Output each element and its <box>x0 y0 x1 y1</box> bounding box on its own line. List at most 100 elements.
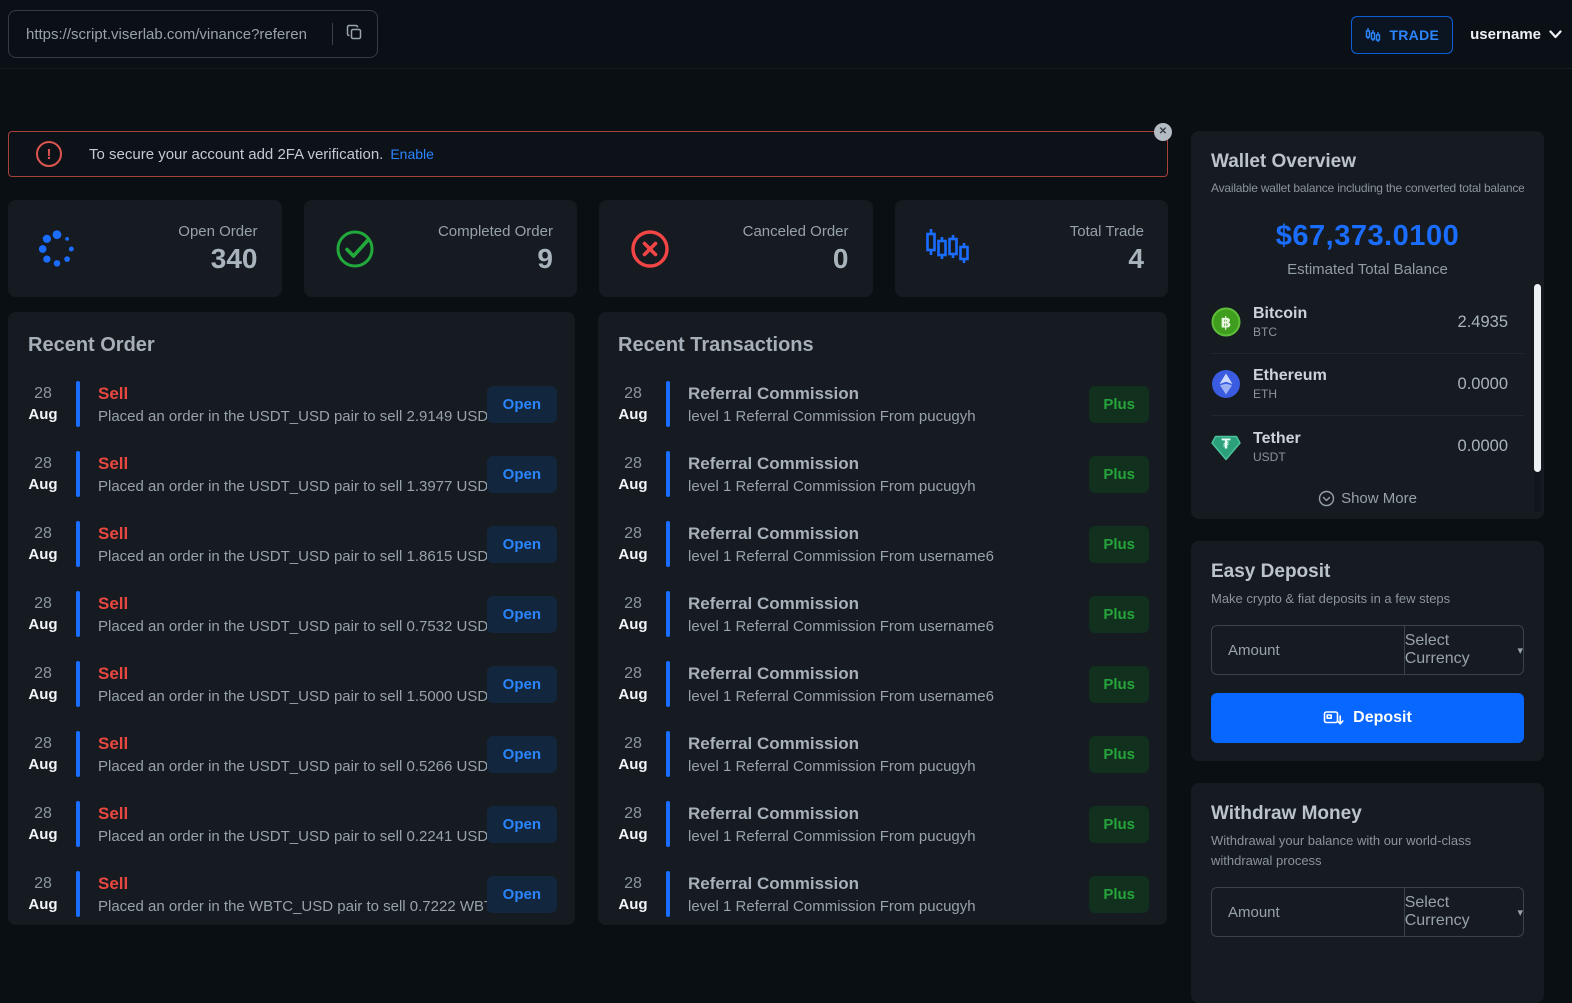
transaction-row: 28 Aug Referral Commission level 1 Refer… <box>616 867 1149 921</box>
accent-bar <box>76 661 80 707</box>
withdraw-subtitle: Withdrawal your balance with our world-c… <box>1211 831 1511 871</box>
transaction-month: Aug <box>616 546 650 563</box>
order-status-button[interactable]: Open <box>487 806 557 843</box>
enable-2fa-link[interactable]: Enable <box>390 146 434 162</box>
coin-row-ethereum[interactable]: Ethereum ETH 0.0000 <box>1211 354 1524 416</box>
coin-symbol: USDT <box>1253 450 1458 464</box>
recent-order-card: Recent Order 28 Aug Sell Placed an order… <box>8 312 575 925</box>
stat-label: Total Trade <box>1070 223 1144 240</box>
transaction-body: Referral Commission level 1 Referral Com… <box>688 594 1079 635</box>
withdraw-currency-dropdown[interactable]: Select Currency ▾ <box>1404 888 1523 936</box>
deposit-button[interactable]: Deposit <box>1211 693 1524 743</box>
coin-amount: 0.0000 <box>1458 375 1508 394</box>
wallet-scrollbar-thumb[interactable] <box>1534 284 1541 472</box>
user-menu[interactable]: username <box>1470 26 1562 43</box>
transaction-type: Referral Commission <box>688 874 1079 894</box>
transaction-description: level 1 Referral Commission From pucugyh <box>688 828 1079 845</box>
transaction-date: 28 Aug <box>616 385 650 423</box>
withdraw-title: Withdraw Money <box>1211 803 1524 825</box>
transaction-date: 28 Aug <box>616 875 650 913</box>
order-description: Placed an order in the USDT_USD pair to … <box>98 478 477 495</box>
order-day: 28 <box>26 735 60 753</box>
order-description: Placed an order in the USDT_USD pair to … <box>98 618 477 635</box>
recent-order-list: 28 Aug Sell Placed an order in the USDT_… <box>26 377 557 921</box>
stat-value: 340 <box>178 243 257 275</box>
copy-button[interactable] <box>344 22 365 46</box>
order-month: Aug <box>26 826 60 843</box>
stat-card-total-trade: Total Trade 4 <box>895 200 1169 297</box>
wallet-title: Wallet Overview <box>1211 151 1524 173</box>
show-more-button[interactable]: Show More <box>1211 490 1524 507</box>
2fa-alert-banner: ! To secure your account add 2FA verific… <box>8 131 1168 177</box>
stat-label: Canceled Order <box>743 223 849 240</box>
stat-card-canceled-order: Canceled Order 0 <box>599 200 873 297</box>
wallet-scrollbar[interactable] <box>1534 284 1541 512</box>
coin-row-tether[interactable]: ₮ Tether USDT 0.0000 <box>1211 416 1524 478</box>
accent-bar <box>666 731 670 777</box>
order-row: 28 Aug Sell Placed an order in the USDT_… <box>26 517 557 571</box>
order-type: Sell <box>98 804 477 824</box>
coin-amount: 2.4935 <box>1458 313 1508 332</box>
recent-transactions-list: 28 Aug Referral Commission level 1 Refer… <box>616 377 1149 921</box>
order-row: 28 Aug Sell Placed an order in the USDT_… <box>26 587 557 641</box>
transaction-type: Referral Commission <box>688 454 1079 474</box>
transaction-row: 28 Aug Referral Commission level 1 Refer… <box>616 587 1149 641</box>
transaction-day: 28 <box>616 665 650 683</box>
stat-value: 4 <box>1070 243 1144 275</box>
username-label: username <box>1470 26 1541 43</box>
order-month: Aug <box>26 896 60 913</box>
accent-bar <box>76 731 80 777</box>
transaction-row: 28 Aug Referral Commission level 1 Refer… <box>616 727 1149 781</box>
estimated-balance-caption: Estimated Total Balance <box>1211 261 1524 278</box>
accent-bar <box>666 521 670 567</box>
accent-bar <box>666 661 670 707</box>
order-status-button[interactable]: Open <box>487 876 557 913</box>
transaction-body: Referral Commission level 1 Referral Com… <box>688 874 1079 915</box>
estimated-balance-value: $67,373.0100 <box>1211 220 1524 253</box>
trade-button[interactable]: TRADE <box>1351 16 1453 54</box>
transaction-body: Referral Commission level 1 Referral Com… <box>688 454 1079 495</box>
order-type: Sell <box>98 384 477 404</box>
transaction-month: Aug <box>616 406 650 423</box>
close-icon[interactable]: ✕ <box>1154 123 1172 141</box>
referral-url-input[interactable] <box>26 26 326 43</box>
transaction-description: level 1 Referral Commission From pucugyh <box>688 898 1079 915</box>
accent-bar <box>76 801 80 847</box>
order-row: 28 Aug Sell Placed an order in the USDT_… <box>26 727 557 781</box>
stats-row: Open Order 340 Completed Order 9 Cancele… <box>8 200 1168 297</box>
withdraw-amount-input[interactable] <box>1212 888 1404 936</box>
deposit-currency-dropdown[interactable]: Select Currency ▾ <box>1404 626 1523 674</box>
recent-transactions-card: Recent Transactions 28 Aug Referral Comm… <box>598 312 1167 925</box>
stat-label: Completed Order <box>438 223 553 240</box>
order-month: Aug <box>26 686 60 703</box>
transaction-description: level 1 Referral Commission From pucugyh <box>688 408 1079 425</box>
easy-deposit-card: Easy Deposit Make crypto & fiat deposits… <box>1191 541 1544 761</box>
coin-row-bitcoin[interactable]: ฿ Bitcoin BTC 2.4935 <box>1211 292 1524 354</box>
divider <box>332 23 333 45</box>
order-status-button[interactable]: Open <box>487 596 557 633</box>
order-body: Sell Placed an order in the USDT_USD pai… <box>98 804 477 845</box>
accent-bar <box>666 381 670 427</box>
order-day: 28 <box>26 875 60 893</box>
accent-bar <box>76 521 80 567</box>
order-type: Sell <box>98 524 477 544</box>
order-date: 28 Aug <box>26 875 60 913</box>
order-status-button[interactable]: Open <box>487 386 557 423</box>
transaction-row: 28 Aug Referral Commission level 1 Refer… <box>616 517 1149 571</box>
order-month: Aug <box>26 756 60 773</box>
transaction-date: 28 Aug <box>616 805 650 843</box>
deposit-amount-input[interactable] <box>1212 626 1404 674</box>
order-status-button[interactable]: Open <box>487 456 557 493</box>
order-status-button[interactable]: Open <box>487 666 557 703</box>
order-status-button[interactable]: Open <box>487 526 557 563</box>
order-type: Sell <box>98 734 477 754</box>
referral-url-box <box>8 10 378 58</box>
deposit-input-group: Select Currency ▾ <box>1211 625 1524 675</box>
recent-transactions-title: Recent Transactions <box>618 334 1149 357</box>
order-status-button[interactable]: Open <box>487 736 557 773</box>
transaction-body: Referral Commission level 1 Referral Com… <box>688 384 1079 425</box>
transaction-body: Referral Commission level 1 Referral Com… <box>688 524 1079 565</box>
order-description: Placed an order in the WBTC_USD pair to … <box>98 898 477 915</box>
accent-bar <box>666 801 670 847</box>
order-day: 28 <box>26 385 60 403</box>
